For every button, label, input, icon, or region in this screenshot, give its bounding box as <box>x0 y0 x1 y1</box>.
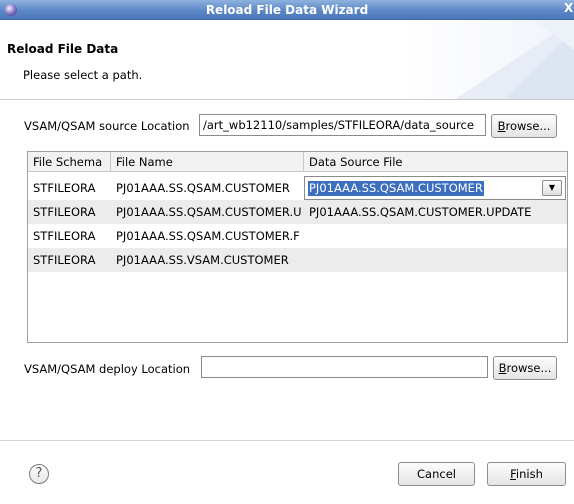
column-file-schema[interactable]: File Schema <box>28 152 111 172</box>
deploy-browse-label: rowse... <box>506 361 552 375</box>
source-location-input[interactable]: /art_wb12110/samples/STFILEORA/data_sour… <box>199 114 486 136</box>
cell-schema: STFILEORA <box>33 181 96 195</box>
source-browse-label: rowse... <box>505 119 551 133</box>
column-data-source-file[interactable]: Data Source File <box>304 152 567 172</box>
source-browse-button[interactable]: Browse... <box>491 114 557 138</box>
banner-decoration <box>455 20 574 99</box>
table-row[interactable]: STFILEORA PJ01AAA.SS.VSAM.CUSTOMER <box>28 248 567 272</box>
deploy-browse-button[interactable]: Browse... <box>493 356 557 380</box>
source-location-label: VSAM/QSAM source Location <box>24 119 190 133</box>
deploy-location-label: VSAM/QSAM deploy Location <box>24 362 191 376</box>
cell-schema: STFILEORA <box>33 229 96 243</box>
close-icon[interactable]: X <box>564 1 574 18</box>
data-source-selected-text[interactable]: PJ01AAA.SS.QSAM.CUSTOMER <box>308 181 484 196</box>
footer-separator <box>0 440 574 441</box>
page-title: Reload File Data <box>7 42 119 56</box>
table-row[interactable]: STFILEORA PJ01AAA.SS.QSAM.CUSTOMER.U PJ0… <box>28 200 567 224</box>
cancel-button[interactable]: Cancel <box>398 462 475 486</box>
table-row[interactable]: STFILEORA PJ01AAA.SS.QSAM.CUSTOMER PJ01A… <box>28 176 567 200</box>
table-header: File Schema File Name Data Source File <box>28 152 567 172</box>
cell-schema: STFILEORA <box>33 253 96 267</box>
cell-data-source: PJ01AAA.SS.QSAM.CUSTOMER.UPDATE <box>309 205 532 219</box>
cell-data-source <box>304 248 567 272</box>
cell-schema: STFILEORA <box>33 205 96 219</box>
cell-data-source <box>304 224 567 248</box>
title-bar: Reload File Data Wizard X <box>0 0 574 20</box>
cell-file-name: PJ01AAA.SS.QSAM.CUSTOMER.F <box>116 229 300 243</box>
page-description: Please select a path. <box>23 68 143 82</box>
finish-button[interactable]: Finish <box>487 462 566 486</box>
deploy-location-input[interactable] <box>201 356 488 378</box>
wizard-banner: Reload File Data Please select a path. <box>0 20 574 100</box>
chevron-down-icon[interactable]: ▼ <box>542 180 562 196</box>
data-source-combo[interactable]: PJ01AAA.SS.QSAM.CUSTOMER ▼ <box>304 176 566 200</box>
window-title: Reload File Data Wizard <box>205 3 369 17</box>
cell-file-name: PJ01AAA.SS.QSAM.CUSTOMER.U <box>116 205 302 219</box>
cell-file-name: PJ01AAA.SS.VSAM.CUSTOMER <box>116 253 289 267</box>
finish-label: inish <box>515 467 543 481</box>
file-table: File Schema File Name Data Source File S… <box>27 151 568 343</box>
help-icon[interactable]: ? <box>29 464 49 484</box>
cell-file-name: PJ01AAA.SS.QSAM.CUSTOMER <box>116 181 290 195</box>
column-file-name[interactable]: File Name <box>111 152 304 172</box>
table-row[interactable]: STFILEORA PJ01AAA.SS.QSAM.CUSTOMER.F <box>28 224 567 248</box>
